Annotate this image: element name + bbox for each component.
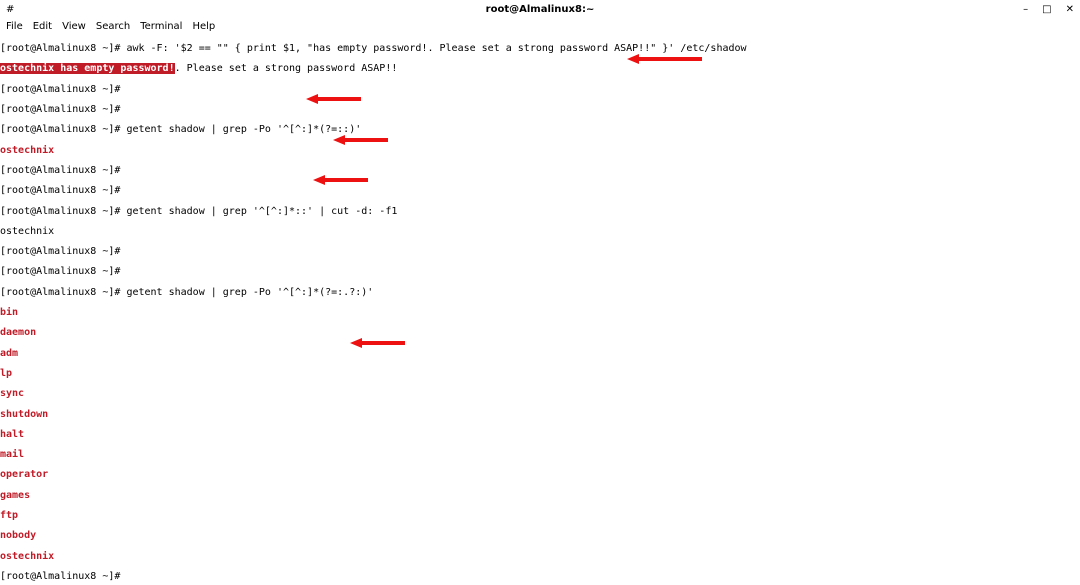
command-text: getent shadow | grep -Po '^[^:]*(?=::)' [120, 124, 361, 135]
menu-file[interactable]: File [6, 21, 23, 32]
output-text: ostechnix [0, 226, 54, 237]
output-text: . Please set a strong password ASAP!! [175, 63, 398, 74]
close-button[interactable]: ✕ [1066, 4, 1074, 15]
output-red: nobody [0, 530, 36, 541]
highlighted-output: ostechnix has empty password! [0, 63, 175, 74]
output-red: bin [0, 307, 18, 318]
menu-view[interactable]: View [62, 21, 86, 32]
menu-help[interactable]: Help [192, 21, 215, 32]
output-red: lp [0, 368, 12, 379]
titlebar-hash: # [6, 4, 14, 15]
output-red: ostechnix [0, 145, 54, 156]
shell-prompt: [root@Almalinux8 ~]# [0, 43, 120, 54]
command-text: awk -F: '$2 == "" { print $1, "has empty… [120, 43, 746, 54]
output-red: sync [0, 388, 24, 399]
shell-prompt: [root@Almalinux8 ~]# [0, 287, 120, 298]
shell-prompt: [root@Almalinux8 ~]# [0, 104, 120, 115]
maximize-button[interactable]: □ [1042, 4, 1051, 15]
menu-edit[interactable]: Edit [33, 21, 52, 32]
menu-terminal[interactable]: Terminal [140, 21, 182, 32]
shell-prompt: [root@Almalinux8 ~]# [0, 266, 120, 277]
window-titlebar: # root@Almalinux8:~ – □ ✕ [0, 0, 1080, 18]
minimize-button[interactable]: – [1023, 4, 1028, 15]
output-red: ostechnix [0, 551, 54, 562]
output-red: shutdown [0, 409, 48, 420]
command-text: getent shadow | grep -Po '^[^:]*(?=:.?:)… [120, 287, 373, 298]
output-red: operator [0, 469, 48, 480]
shell-prompt: [root@Almalinux8 ~]# [0, 165, 120, 176]
terminal-output[interactable]: [root@Almalinux8 ~]# awk -F: '$2 == "" {… [0, 34, 1080, 585]
shell-prompt: [root@Almalinux8 ~]# [0, 246, 120, 257]
output-red: halt [0, 429, 24, 440]
menu-bar: File Edit View Search Terminal Help [0, 18, 1080, 34]
window-title: root@Almalinux8:~ [486, 4, 595, 15]
output-red: games [0, 490, 30, 501]
command-text: getent shadow | grep '^[^:]*::' | cut -d… [120, 206, 397, 217]
shell-prompt: [root@Almalinux8 ~]# [0, 185, 120, 196]
shell-prompt: [root@Almalinux8 ~]# [0, 206, 120, 217]
output-red: mail [0, 449, 24, 460]
output-red: daemon [0, 327, 36, 338]
shell-prompt: [root@Almalinux8 ~]# [0, 84, 120, 95]
shell-prompt: [root@Almalinux8 ~]# [0, 124, 120, 135]
output-red: ftp [0, 510, 18, 521]
output-red: adm [0, 348, 18, 359]
shell-prompt: [root@Almalinux8 ~]# [0, 571, 120, 582]
menu-search[interactable]: Search [96, 21, 130, 32]
